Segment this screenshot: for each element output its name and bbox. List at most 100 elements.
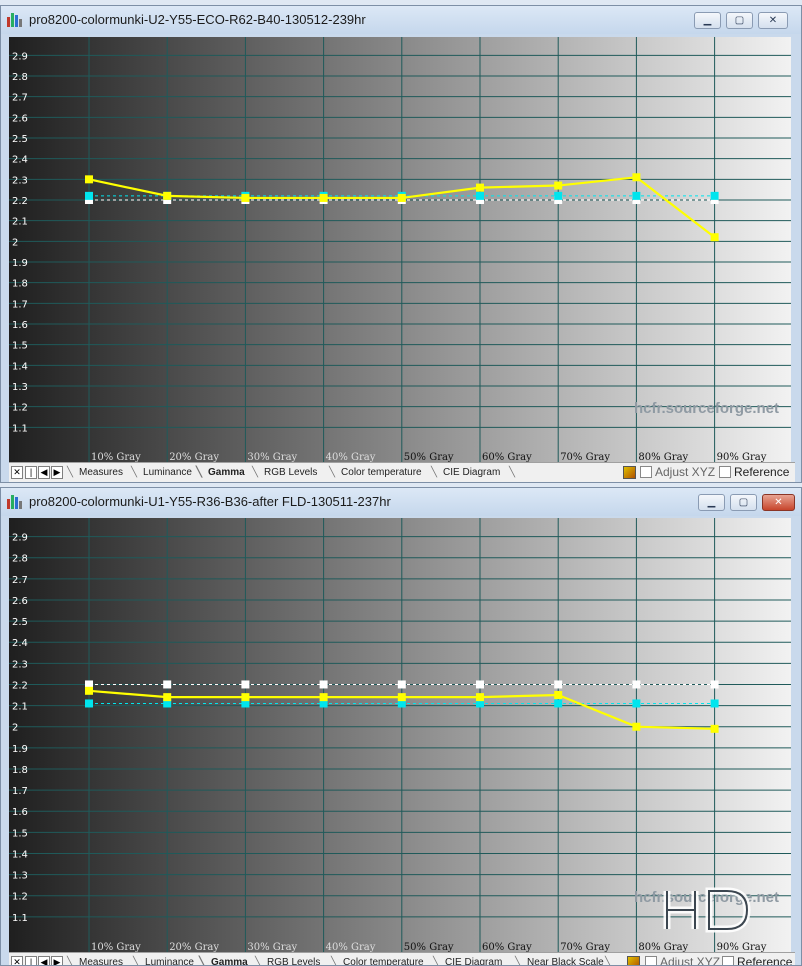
data-point xyxy=(163,680,172,689)
data-point xyxy=(632,173,641,182)
x-tick-label: 50% Gray xyxy=(404,452,454,462)
y-tick-label: 1.6 xyxy=(12,320,28,331)
x-tick-label: 20% Gray xyxy=(169,942,219,952)
adjust-xyz-checkbox[interactable] xyxy=(645,956,657,965)
reference-checkbox[interactable] xyxy=(719,466,731,478)
data-point xyxy=(397,193,406,202)
data-point xyxy=(476,183,484,192)
x-tick-label: 40% Gray xyxy=(326,452,376,462)
y-tick-label: 2.6 xyxy=(12,596,28,607)
y-tick-label: 1.4 xyxy=(12,849,28,860)
y-tick-label: 1.8 xyxy=(12,279,28,290)
x-tick-label: 60% Gray xyxy=(482,452,532,462)
plot-background xyxy=(9,37,791,462)
y-tick-label: 2.9 xyxy=(12,533,28,544)
adjust-xyz-checkbox[interactable] xyxy=(640,466,652,478)
data-point xyxy=(319,680,328,689)
x-tick-label: 50% Gray xyxy=(404,942,454,952)
y-tick-label: 1.7 xyxy=(12,299,28,310)
x-tick-label: 80% Gray xyxy=(638,942,688,952)
data-point xyxy=(710,191,719,200)
prev-tab-icon[interactable]: ◀ xyxy=(38,466,50,479)
reference-checkbox[interactable] xyxy=(722,956,734,965)
maximize-button[interactable]: ▢ xyxy=(726,12,753,29)
y-tick-label: 2.2 xyxy=(12,196,28,207)
palette-icon[interactable] xyxy=(623,466,636,479)
data-point xyxy=(85,191,93,200)
tab-color-temperature[interactable]: ╲ Color temperature xyxy=(331,953,424,965)
close-button[interactable]: ✕ xyxy=(758,12,788,29)
hcfr-app-icon xyxy=(7,13,23,27)
data-point xyxy=(710,724,719,733)
y-tick-label: 1.2 xyxy=(12,892,28,903)
data-point xyxy=(632,191,641,200)
y-tick-label: 2.3 xyxy=(12,175,28,186)
window-gamma-u2: pro8200-colormunki-U2-Y55-ECO-R62-B40-13… xyxy=(0,5,802,483)
watermark-text: hcfr.sourceforge.net xyxy=(634,400,779,417)
minimize-button[interactable]: ▁ xyxy=(698,494,725,511)
x-tick-label: 70% Gray xyxy=(560,942,610,952)
data-point xyxy=(241,193,250,202)
tab-near-black-scale[interactable]: ╲ Near Black Scale xyxy=(515,953,604,965)
y-tick-label: 1.4 xyxy=(12,361,28,372)
data-point xyxy=(476,680,484,689)
tab-color-temperature[interactable]: ╲ Color temperature xyxy=(329,463,422,482)
hcfr-app-icon xyxy=(7,495,23,509)
tab-bar: ✕ | ◀ ▶ ╲ Measures ╲ Luminance ╲ Gamma ╲ RGB… xyxy=(9,462,795,482)
data-point xyxy=(554,680,563,689)
tab-end-separator: ╲ xyxy=(605,957,612,966)
y-tick-label: 2.4 xyxy=(12,155,28,166)
tab-rgb-levels[interactable]: ╲ RGB Levels xyxy=(252,463,317,482)
y-tick-label: 1.2 xyxy=(12,403,28,414)
data-point xyxy=(476,191,484,200)
title-bar[interactable]: pro8200-colormunki-U1-Y55-R36-B36-after … xyxy=(1,488,801,516)
tab-cie-diagram[interactable]: ╲ CIE Diagram xyxy=(433,953,502,965)
data-point xyxy=(710,680,719,689)
title-bar[interactable]: pro8200-colormunki-U2-Y55-ECO-R62-B40-13… xyxy=(1,6,801,34)
close-tab-icon[interactable]: ✕ xyxy=(11,466,23,479)
y-tick-label: 2.8 xyxy=(12,72,28,83)
data-point xyxy=(397,693,406,702)
data-point xyxy=(554,191,563,200)
data-point xyxy=(710,233,719,242)
close-tab-icon[interactable]: ✕ xyxy=(11,956,23,965)
y-tick-label: 2.1 xyxy=(12,702,28,713)
prev-tab-icon[interactable]: ◀ xyxy=(38,956,50,965)
y-tick-label: 2.6 xyxy=(12,113,28,124)
tab-rgb-levels[interactable]: ╲ RGB Levels xyxy=(255,953,320,965)
data-point xyxy=(397,680,406,689)
tab-measures[interactable]: ╲ Measures xyxy=(67,953,123,965)
palette-icon[interactable] xyxy=(627,956,640,965)
tab-cie-diagram[interactable]: ╲ CIE Diagram xyxy=(431,463,500,482)
tab-luminance[interactable]: ╲ Luminance xyxy=(131,463,192,482)
tab-end-separator: ╲ xyxy=(509,467,516,478)
next-tab-icon[interactable]: ▶ xyxy=(51,466,63,479)
tab-gamma[interactable]: ╲ Gamma xyxy=(196,463,245,482)
data-point xyxy=(85,686,93,695)
tab-measures[interactable]: ╲ Measures xyxy=(67,463,123,482)
y-tick-label: 2.8 xyxy=(12,554,28,565)
tab-luminance[interactable]: ╲ Luminance xyxy=(133,953,194,965)
x-tick-label: 30% Gray xyxy=(247,452,297,462)
data-point xyxy=(85,699,93,708)
data-point xyxy=(85,175,93,184)
y-tick-label: 1.9 xyxy=(12,744,28,755)
y-tick-label: 2.2 xyxy=(12,680,28,691)
gamma-plot-area: 2.9 2.8 2.7 2.6 2.5 2.4 2.3 2.2 2.1 2 1.9 1.8 1.7 1.6… xyxy=(9,37,791,462)
next-tab-icon[interactable]: ▶ xyxy=(51,956,63,965)
close-button[interactable]: ✕ xyxy=(762,494,795,511)
data-point xyxy=(241,680,250,689)
y-tick-label: 1.3 xyxy=(12,382,28,393)
first-tab-icon[interactable]: | xyxy=(25,956,37,965)
first-tab-icon[interactable]: | xyxy=(25,466,37,479)
minimize-button[interactable]: ▁ xyxy=(694,12,721,29)
x-tick-label: 10% Gray xyxy=(91,452,141,462)
maximize-button[interactable]: ▢ xyxy=(730,494,757,511)
data-point xyxy=(476,693,484,702)
window-title: pro8200-colormunki-U1-Y55-R36-B36-after … xyxy=(29,494,391,509)
data-point xyxy=(554,699,563,708)
tab-gamma[interactable]: ╲ Gamma xyxy=(199,953,248,965)
data-point xyxy=(319,193,328,202)
y-tick-label: 2.9 xyxy=(12,51,28,62)
data-point xyxy=(241,693,250,702)
